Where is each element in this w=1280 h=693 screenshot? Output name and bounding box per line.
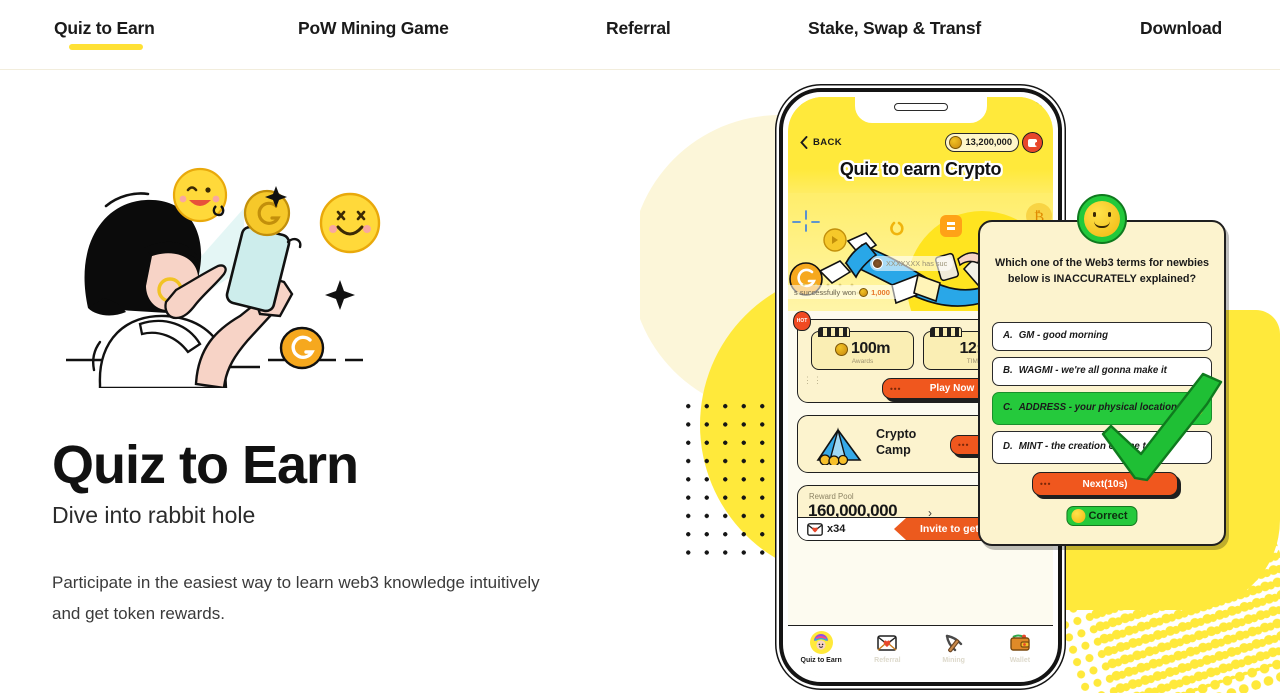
avatar-icon [809, 631, 833, 654]
nav-item-referral[interactable]: Referral [606, 18, 671, 39]
button-dots-decoration: ••• [958, 440, 970, 450]
tab-label-referral: Referral [874, 657, 901, 664]
page-subtitle: Dive into rabbit hole [52, 502, 256, 528]
tab-label-mining: Mining [942, 657, 965, 664]
back-button-label[interactable]: BACK [813, 137, 842, 148]
dot-grid-decoration [677, 395, 787, 560]
coin-balance-value: 13,200,000 [965, 137, 1012, 147]
coin-icon [859, 287, 869, 297]
coin-balance-pill[interactable]: 13,200,000 [945, 132, 1019, 152]
page-root: Quiz to Earn PoW Mining Game Referral St… [0, 0, 1280, 693]
play-now-label: Play Now [929, 383, 975, 394]
drag-handle-dots: ⋮⋮ [803, 375, 823, 385]
phone-top-bar: BACK 13,200,000 [800, 131, 1043, 153]
quiz-option-d-letter: D. [1003, 441, 1013, 453]
hot-badge: HOT [793, 311, 811, 331]
quiz-option-a-text: GM - good morning [1018, 330, 1109, 342]
button-dots-decoration: ••• [890, 384, 902, 393]
wallet-icon [1008, 631, 1031, 654]
pickaxe-icon [942, 631, 965, 654]
quiz-option-a-letter: A. [1003, 330, 1013, 342]
coin-icon [835, 342, 849, 356]
nav-item-pow-mining-game[interactable]: PoW Mining Game [298, 18, 449, 39]
smiley-mouth [1094, 221, 1110, 228]
tab-quiz-to-earn[interactable]: Quiz to Earn [788, 631, 854, 664]
green-checkmark-icon [1101, 372, 1237, 513]
crypto-camp-title: Crypto Camp [876, 427, 916, 458]
tab-mining[interactable]: Mining [921, 631, 987, 664]
smiley-icon [1071, 509, 1086, 523]
page-title: Quiz to Earn [52, 435, 359, 495]
smiley-eye-left [1093, 212, 1097, 217]
nav-active-underline [69, 44, 143, 50]
invite-count: x34 [827, 523, 846, 535]
smiley-face [1084, 201, 1120, 237]
coin-icon [949, 135, 963, 149]
nav-item-quiz-to-earn[interactable]: Quiz to Earn [54, 18, 155, 39]
top-navigation: Quiz to Earn PoW Mining Game Referral St… [0, 0, 1280, 70]
envelope-heart-icon [807, 522, 823, 536]
quiz-option-b-letter: B. [1003, 365, 1013, 377]
woman-with-phone-and-coins-illustration [48, 148, 418, 390]
awards-value-row: 100m [812, 340, 913, 358]
awards-value: 100m [851, 340, 890, 357]
phone-page-title: Quiz to earn Crypto [839, 159, 1002, 179]
crypto-camp-title-line1: Crypto [876, 427, 917, 441]
envelope-heart-icon [876, 631, 899, 654]
nav-item-download[interactable]: Download [1140, 18, 1222, 39]
tab-wallet[interactable]: Wallet [987, 631, 1053, 664]
win-ticker-text: s successfully won [794, 287, 857, 297]
quiz-option-c-letter: C. [1003, 402, 1013, 414]
phone-speaker [893, 103, 948, 111]
phone-tab-bar: Quiz to Earn Referral Mining Wallet [788, 625, 1053, 677]
awards-label: Awards [851, 358, 874, 365]
tab-label-quiz-to-earn: Quiz to Earn [800, 657, 842, 664]
crypto-camp-title-line2: Camp [876, 442, 911, 457]
winner-ticker-pill: XXXXXXX has suc [870, 256, 954, 271]
quiz-question: Which one of the Web3 terms for newbies … [995, 257, 1209, 285]
win-ticker: s successfully won 1,000 [788, 285, 896, 299]
wallet-icon[interactable] [1022, 131, 1043, 153]
tab-label-wallet: Wallet [1009, 657, 1031, 664]
chevron-left-icon[interactable] [800, 135, 808, 149]
invite-count-group: x34 [798, 522, 894, 536]
hero-left-column: Quiz to Earn Dive into rabbit hole Parti… [0, 70, 640, 693]
hero-right-visual: 9:41 [640, 70, 1280, 693]
button-dots-decoration: ••• [1040, 479, 1052, 489]
tent-icon [812, 427, 868, 467]
page-body-text: Participate in the easiest way to learn … [52, 573, 540, 623]
avatar [872, 258, 883, 269]
nav-item-stake-swap-transfer[interactable]: Stake, Swap & Transf [808, 18, 981, 39]
awards-card[interactable]: 100m Awards [811, 327, 914, 370]
smiley-eye-right [1107, 212, 1111, 217]
reward-pool-label: Reward Pool [809, 492, 854, 501]
winner-ticker-text: XXXXXXX has suc [886, 259, 948, 268]
smiley-avatar-icon [1077, 194, 1127, 244]
win-ticker-amount: 1,000 [871, 287, 890, 297]
tab-referral[interactable]: Referral [854, 631, 920, 664]
quiz-option-a[interactable]: A. GM - good morning [992, 322, 1212, 351]
